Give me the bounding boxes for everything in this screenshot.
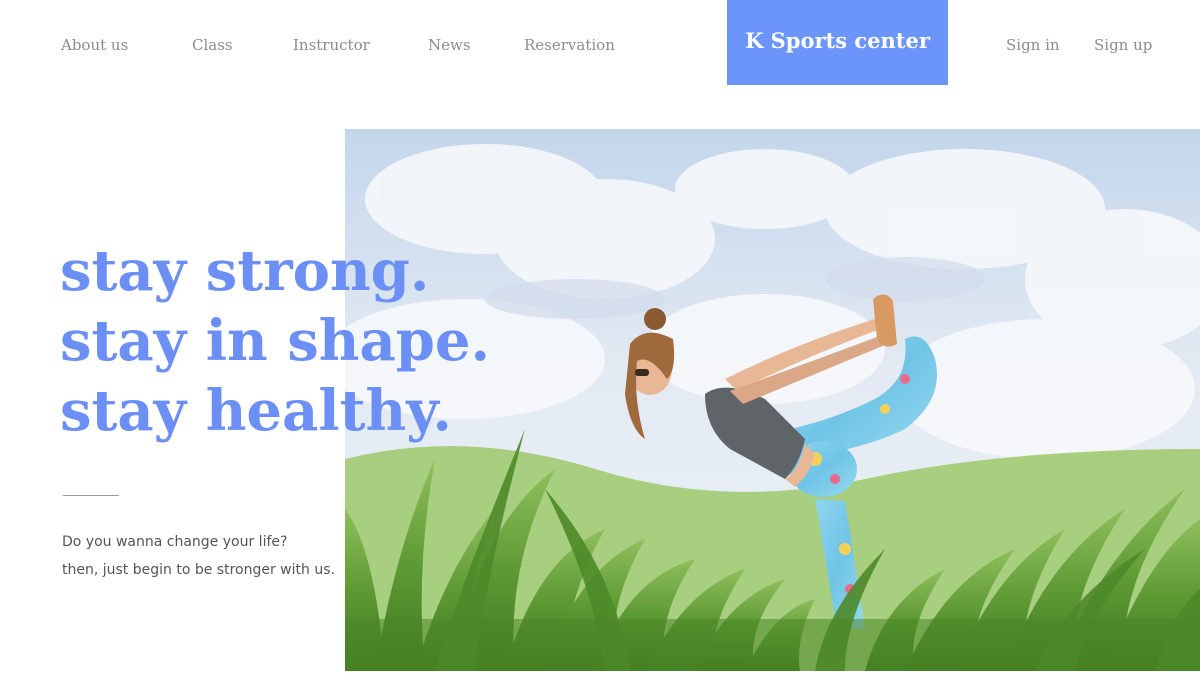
tagline-line-1: Do you wanna change your life?: [62, 534, 288, 550]
nav-instructor-link[interactable]: Instructor: [293, 35, 370, 55]
hero-tagline: Do you wanna change your life? then, jus…: [62, 528, 335, 584]
brand-name: K Sports center: [745, 28, 930, 53]
nav-about-us-link[interactable]: About us: [61, 35, 128, 55]
nav-news-link[interactable]: News: [428, 35, 471, 55]
sign-up-link[interactable]: Sign up: [1094, 35, 1152, 55]
tagline-line-2: then, just begin to be stronger with us.: [62, 562, 335, 578]
hero-headline: stay strong. stay in shape. stay healthy…: [60, 236, 490, 446]
headline-line-2: stay in shape.: [60, 308, 491, 374]
headline-line-3: stay healthy.: [60, 378, 452, 444]
nav-reservation-link[interactable]: Reservation: [524, 35, 615, 55]
brand-logo[interactable]: K Sports center: [727, 0, 948, 85]
sign-in-link[interactable]: Sign in: [1006, 35, 1060, 55]
nav-class-link[interactable]: Class: [192, 35, 233, 55]
headline-divider: [63, 495, 119, 496]
headline-line-1: stay strong.: [60, 238, 430, 304]
